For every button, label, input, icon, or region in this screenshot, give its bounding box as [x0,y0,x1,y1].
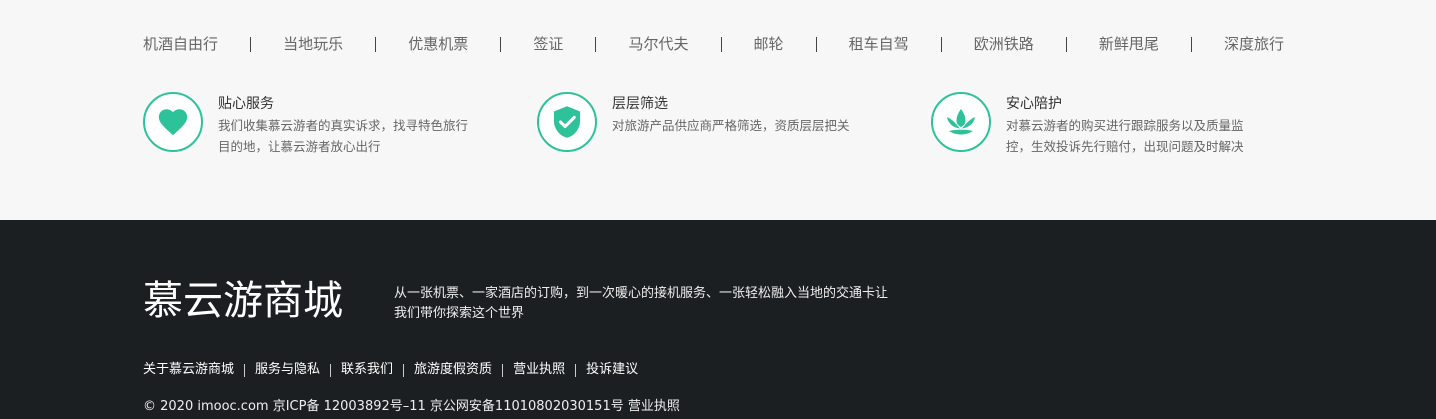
slogan-line: 我们带你探索这个世界 [394,306,525,321]
footer-links: 关于慕云游商城 服务与隐私 联系我们 旅游度假资质 营业执照 投诉建议 [143,361,638,379]
nav-divider [1065,36,1067,52]
footer-link-contact[interactable]: 联系我们 [341,361,393,379]
site-footer: 慕云游商城 从一张机票、一家酒店的订购，到一次暖心的接机服务、一张轻松融入当地的… [0,220,1436,419]
feature-title: 安心陪护 [1006,96,1062,112]
footer-link-divider [244,363,246,377]
nav-link-deep-travel[interactable]: 深度旅行 [1224,34,1284,54]
footer-link-about[interactable]: 关于慕云游商城 [143,361,234,379]
footer-logo[interactable]: 慕云游商城 [143,276,343,326]
nav-divider [1190,36,1192,52]
feature-desc-line: 我们收集慕云游者的真实诉求，找寻特色旅行 [218,118,469,133]
footer-link-qualification[interactable]: 旅游度假资质 [414,361,492,379]
footer-link-license[interactable]: 营业执照 [513,361,565,379]
nav-link-euro-rail[interactable]: 欧洲铁路 [974,34,1034,54]
footer-link-divider [330,363,332,377]
nav-link-visa[interactable]: 签证 [533,34,563,54]
top-section: 机酒自由行 当地玩乐 优惠机票 签证 马尔代夫 邮轮 租车自驾 欧洲铁路 新鲜甩… [0,0,1436,220]
feature-care: 安心陪护 对慕云游者的购买进行跟踪服务以及质量监 控，生效投诉先行赔付，出现问题… [931,92,1244,157]
nav-divider [720,36,722,52]
feature-screening: 层层筛选 对旅游产品供应商严格筛选，资质层层把关 [537,92,850,152]
nav-divider [815,36,817,52]
nav-link-maldives[interactable]: 马尔代夫 [628,34,688,54]
footer-link-divider [575,363,577,377]
nav-divider [375,36,377,52]
footer-link-privacy[interactable]: 服务与隐私 [255,361,320,379]
nav-divider [595,36,597,52]
nav-divider [250,36,252,52]
feature-desc-line: 目的地，让慕云游者放心出行 [218,139,381,154]
nav-divider [500,36,502,52]
heart-icon [143,92,203,152]
feature-service: 贴心服务 我们收集慕云游者的真实诉求，找寻特色旅行 目的地，让慕云游者放心出行 [143,92,468,157]
feature-desc: 我们收集慕云游者的真实诉求，找寻特色旅行 目的地，让慕云游者放心出行 [218,115,468,157]
feature-desc: 对旅游产品供应商严格筛选，资质层层把关 [612,115,850,136]
feature-title: 层层筛选 [612,96,668,112]
feature-desc-line: 对慕云游者的购买进行跟踪服务以及质量监 [1006,118,1244,133]
footer-link-divider [403,363,405,377]
nav-link-last-minute[interactable]: 新鲜甩尾 [1099,34,1159,54]
feature-desc-line: 控，生效投诉先行赔付，出现问题及时解决 [1006,139,1244,154]
feature-desc-line: 对旅游产品供应商严格筛选，资质层层把关 [612,118,850,133]
footer-link-divider [502,363,504,377]
slogan-line: 从一张机票、一家酒店的订购，到一次暖心的接机服务、一张轻松融入当地的交通卡让 [394,286,889,301]
copyright-text: © 2020 imooc.com 京ICP备 12003892号–11 京公网安… [143,399,680,414]
category-nav: 机酒自由行 当地玩乐 优惠机票 签证 马尔代夫 邮轮 租车自驾 欧洲铁路 新鲜甩… [143,34,1284,54]
feature-title: 贴心服务 [218,96,274,112]
nav-link-cruise[interactable]: 邮轮 [754,34,784,54]
nav-divider [940,36,942,52]
nav-link-car-rental[interactable]: 租车自驾 [849,34,909,54]
nav-link-cheap-flights[interactable]: 优惠机票 [408,34,468,54]
footer-slogan: 从一张机票、一家酒店的订购，到一次暖心的接机服务、一张轻松融入当地的交通卡让 我… [394,284,954,324]
feature-desc: 对慕云游者的购买进行跟踪服务以及质量监 控，生效投诉先行赔付，出现问题及时解决 [1006,115,1244,157]
nav-link-flight-hotel[interactable]: 机酒自由行 [143,34,218,54]
lotus-icon [931,92,991,152]
shield-check-icon [537,92,597,152]
footer-link-complaint[interactable]: 投诉建议 [586,361,638,379]
nav-link-local-fun[interactable]: 当地玩乐 [283,34,343,54]
